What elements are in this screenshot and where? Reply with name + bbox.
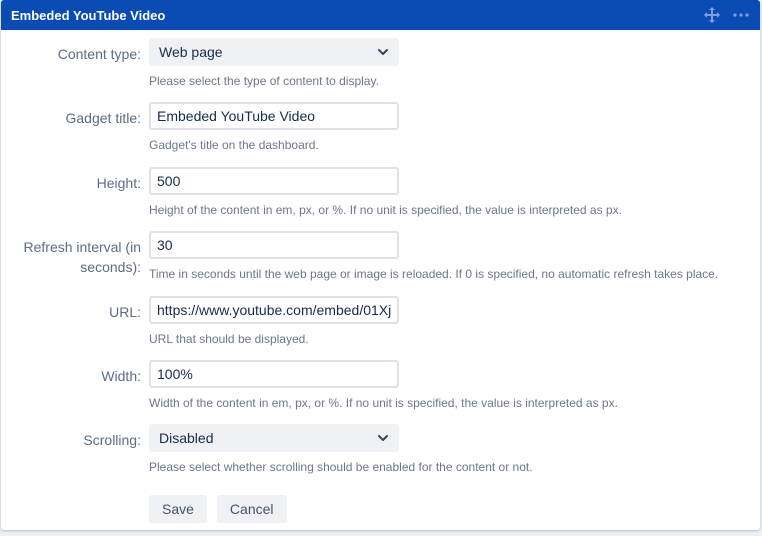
url-help: URL that should be displayed.	[149, 332, 750, 346]
content-type-label: Content type:	[1, 38, 141, 88]
refresh-interval-help: Time in seconds until the web page or im…	[149, 267, 750, 281]
height-help: Height of the content in em, px, or %. I…	[149, 203, 750, 217]
refresh-interval-input[interactable]	[149, 231, 399, 259]
gadget-config-form: Content type: Web page Please select the…	[1, 30, 760, 523]
cancel-button[interactable]: Cancel	[217, 495, 287, 523]
height-label: Height:	[1, 167, 141, 217]
form-row-gadget-title: Gadget title: Gadget's title on the dash…	[1, 102, 750, 152]
content-type-select-value: Web page	[159, 44, 223, 60]
form-buttons: Save Cancel	[149, 495, 750, 523]
gadget-header: Embeded YouTube Video	[1, 0, 760, 30]
move-icon[interactable]	[704, 7, 720, 23]
save-button[interactable]: Save	[149, 495, 207, 523]
refresh-interval-label: Refresh interval (in seconds):	[1, 231, 141, 281]
header-icons	[704, 7, 750, 23]
form-row-url: URL: URL that should be displayed.	[1, 296, 750, 346]
scrolling-select-value: Disabled	[159, 430, 213, 446]
width-label: Width:	[1, 360, 141, 410]
gadget-title-input[interactable]	[149, 102, 399, 130]
scrolling-help: Please select whether scrolling should b…	[149, 460, 750, 474]
content-type-select[interactable]: Web page	[149, 38, 399, 66]
width-help: Width of the content in em, px, or %. If…	[149, 396, 750, 410]
chevron-down-icon	[377, 48, 389, 56]
gadget-title-help: Gadget's title on the dashboard.	[149, 138, 750, 152]
form-row-content-type: Content type: Web page Please select the…	[1, 38, 750, 88]
form-row-refresh-interval: Refresh interval (in seconds): Time in s…	[1, 231, 750, 281]
scrolling-select[interactable]: Disabled	[149, 424, 399, 452]
url-input[interactable]	[149, 296, 399, 324]
gadget-title-label: Gadget title:	[1, 102, 141, 152]
chevron-down-icon	[377, 434, 389, 442]
form-row-height: Height: Height of the content in em, px,…	[1, 167, 750, 217]
ellipsis-icon[interactable]	[732, 7, 750, 23]
form-row-scrolling: Scrolling: Disabled Please select whethe…	[1, 424, 750, 474]
content-type-help: Please select the type of content to dis…	[149, 74, 750, 88]
url-label: URL:	[1, 296, 141, 346]
gadget-header-title: Embeded YouTube Video	[11, 8, 704, 23]
form-row-width: Width: Width of the content in em, px, o…	[1, 360, 750, 410]
width-input[interactable]	[149, 360, 399, 388]
gadget-card: Embeded YouTube Video Content type:	[1, 0, 760, 530]
scrolling-label: Scrolling:	[1, 424, 141, 474]
height-input[interactable]	[149, 167, 399, 195]
